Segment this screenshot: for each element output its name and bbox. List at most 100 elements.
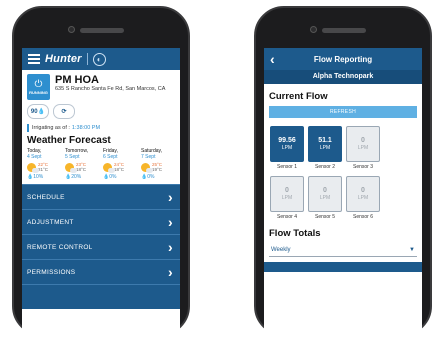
forecast-row: Today, 4 Sept 22°C 21°C 💧10% Tomorrow, 5 … bbox=[22, 148, 180, 180]
sensor-box: 99.56 LPM bbox=[270, 126, 304, 162]
forecast-low: 18°C bbox=[114, 167, 125, 172]
irrigating-time: 1:38:00 PM bbox=[71, 125, 101, 131]
menu-item-adjustment[interactable]: ADJUSTMENT › bbox=[22, 209, 180, 234]
partly-sunny-icon bbox=[65, 162, 77, 173]
controller-card[interactable]: ⏻ RUNNING PM HOA 635 S Rancho Santa Fe R… bbox=[22, 70, 180, 102]
menu-icon[interactable] bbox=[28, 54, 40, 64]
caret-down-icon: ▼ bbox=[409, 246, 415, 253]
forecast-day: Tomorrow, 5 Sept 23°C 18°C 💧20% bbox=[63, 148, 101, 180]
sensor-unit: LPM bbox=[281, 145, 293, 151]
sync-chip[interactable]: ⟳ bbox=[53, 104, 75, 119]
period-select[interactable]: Weekly ▼ bbox=[269, 243, 417, 257]
forecast-rain: 0% bbox=[109, 174, 117, 180]
site-name: Alpha Technopark bbox=[264, 70, 422, 84]
partly-sunny-icon bbox=[141, 162, 153, 173]
app-header: Hunter ◐ bbox=[22, 48, 180, 70]
forecast-low: 18°C bbox=[76, 167, 87, 172]
irrigating-indicator bbox=[27, 124, 29, 132]
status-badge[interactable]: ⏻ RUNNING bbox=[27, 74, 50, 100]
power-icon: ⏻ bbox=[34, 78, 43, 90]
sensor-label: Sensor 6 bbox=[352, 214, 373, 220]
chevron-right-icon: › bbox=[168, 239, 173, 255]
chevron-right-icon: › bbox=[168, 214, 173, 230]
forecast-date: 7 Sept bbox=[141, 154, 156, 160]
sensor-value: 51.1 bbox=[318, 137, 332, 144]
brand-name: Hunter bbox=[45, 53, 82, 65]
seasonal-adjust-value: 90 bbox=[30, 108, 38, 115]
weather-title: Weather Forecast bbox=[27, 135, 111, 146]
partly-sunny-icon bbox=[103, 162, 115, 173]
flow-totals-title: Flow Totals bbox=[269, 228, 321, 239]
sensor-unit: LPM bbox=[281, 195, 293, 201]
sensor-value: 99.56 bbox=[278, 137, 296, 144]
menu-item-label: SCHEDULE bbox=[27, 193, 65, 201]
sync-icon: ⟳ bbox=[61, 109, 67, 115]
sensor-label: Sensor 4 bbox=[276, 214, 297, 220]
forecast-date: 6 Sept bbox=[103, 154, 118, 160]
irrigating-label: Irrigating as of : bbox=[32, 125, 70, 131]
controller-name: PM HOA bbox=[55, 74, 99, 86]
controller-menu: SCHEDULE › ADJUSTMENT › REMOTE CONTROL › PE… bbox=[22, 184, 180, 309]
chevron-right-icon: › bbox=[168, 189, 173, 205]
forecast-day: Saturday, 7 Sept 25°C 19°C 💧0% bbox=[139, 148, 177, 180]
menu-item-label: PERMISSIONS bbox=[27, 268, 76, 276]
sensor-value: 0 bbox=[361, 187, 365, 194]
camera-icon bbox=[310, 26, 317, 33]
flow-header: ‹ Flow Reporting bbox=[264, 48, 422, 70]
sensor-tile[interactable]: 0 LPM Sensor 4 bbox=[270, 176, 304, 220]
forecast-date: 5 Sept bbox=[65, 154, 80, 160]
partly-sunny-icon bbox=[27, 162, 39, 173]
sensor-tile[interactable]: 99.56 LPM Sensor 1 bbox=[270, 126, 304, 170]
menu-item-label: ADJUSTMENT bbox=[27, 218, 74, 226]
forecast-day: Friday, 6 Sept 24°C 18°C 💧0% bbox=[101, 148, 139, 180]
sensor-box: 0 LPM bbox=[270, 176, 304, 212]
menu-item-label: REMOTE CONTROL bbox=[27, 243, 93, 251]
sensor-value: 0 bbox=[361, 137, 365, 144]
brand-divider bbox=[86, 53, 88, 65]
forecast-rain: 20% bbox=[71, 174, 82, 180]
right-screen: ‹ Flow Reporting Alpha Technopark Curren… bbox=[264, 48, 422, 338]
sensor-tile[interactable]: 0 LPM Sensor 3 bbox=[346, 126, 380, 170]
sensor-label: Sensor 5 bbox=[314, 214, 335, 220]
refresh-button[interactable]: REFRESH bbox=[269, 106, 417, 118]
sensor-label: Sensor 1 bbox=[276, 164, 297, 170]
controller-info: PM HOA 635 S Rancho Santa Fe Rd, San Mar… bbox=[55, 74, 175, 100]
flow-totals-table-header bbox=[264, 262, 422, 272]
sensor-grid: 99.56 LPM Sensor 1 51.1 LPM Sensor 2 0 L… bbox=[264, 118, 422, 226]
sensor-tile[interactable]: 0 LPM Sensor 5 bbox=[308, 176, 342, 220]
controller-address: 635 S Rancho Santa Fe Rd, San Marcos, CA bbox=[55, 86, 166, 92]
forecast-low: 21°C bbox=[38, 167, 49, 172]
status-label: RUNNING bbox=[29, 89, 48, 95]
sensor-unit: LPM bbox=[319, 145, 331, 151]
forecast-rain: 0% bbox=[147, 174, 155, 180]
sensor-label: Sensor 3 bbox=[352, 164, 373, 170]
left-screen: Hunter ◐ ⏻ RUNNING PM HOA 635 S Rancho S… bbox=[22, 48, 180, 338]
sensor-label: Sensor 2 bbox=[314, 164, 335, 170]
current-flow-title: Current Flow bbox=[269, 91, 328, 102]
water-drop-icon: ◐ bbox=[92, 52, 106, 66]
sensor-unit: LPM bbox=[319, 195, 331, 201]
right-phone: ‹ Flow Reporting Alpha Technopark Curren… bbox=[254, 6, 432, 338]
menu-item-more[interactable] bbox=[22, 284, 180, 309]
sensor-box: 51.1 LPM bbox=[308, 126, 342, 162]
sensor-box: 0 LPM bbox=[346, 176, 380, 212]
forecast-day: Today, 4 Sept 22°C 21°C 💧10% bbox=[25, 148, 63, 180]
chevron-right-icon: › bbox=[168, 264, 173, 280]
menu-item-permissions[interactable]: PERMISSIONS › bbox=[22, 259, 180, 284]
menu-item-schedule[interactable]: SCHEDULE › bbox=[22, 184, 180, 209]
irrigating-status: Irrigating as of : 1:38:00 PM bbox=[22, 121, 180, 134]
sensor-tile[interactable]: 0 LPM Sensor 6 bbox=[346, 176, 380, 220]
earpiece bbox=[80, 28, 124, 33]
forecast-low: 19°C bbox=[152, 167, 163, 172]
earpiece bbox=[322, 28, 366, 33]
sensor-box: 0 LPM bbox=[346, 126, 380, 162]
sensor-unit: LPM bbox=[357, 195, 369, 201]
period-selected-value: Weekly bbox=[271, 246, 291, 253]
sensor-box: 0 LPM bbox=[308, 176, 342, 212]
forecast-rain: 10% bbox=[33, 174, 44, 180]
page-title: Flow Reporting bbox=[313, 54, 373, 64]
sensor-tile[interactable]: 51.1 LPM Sensor 2 bbox=[308, 126, 342, 170]
menu-item-remote-control[interactable]: REMOTE CONTROL › bbox=[22, 234, 180, 259]
sensor-unit: LPM bbox=[357, 145, 369, 151]
seasonal-adjust-chip[interactable]: 90 💧 bbox=[27, 104, 49, 119]
